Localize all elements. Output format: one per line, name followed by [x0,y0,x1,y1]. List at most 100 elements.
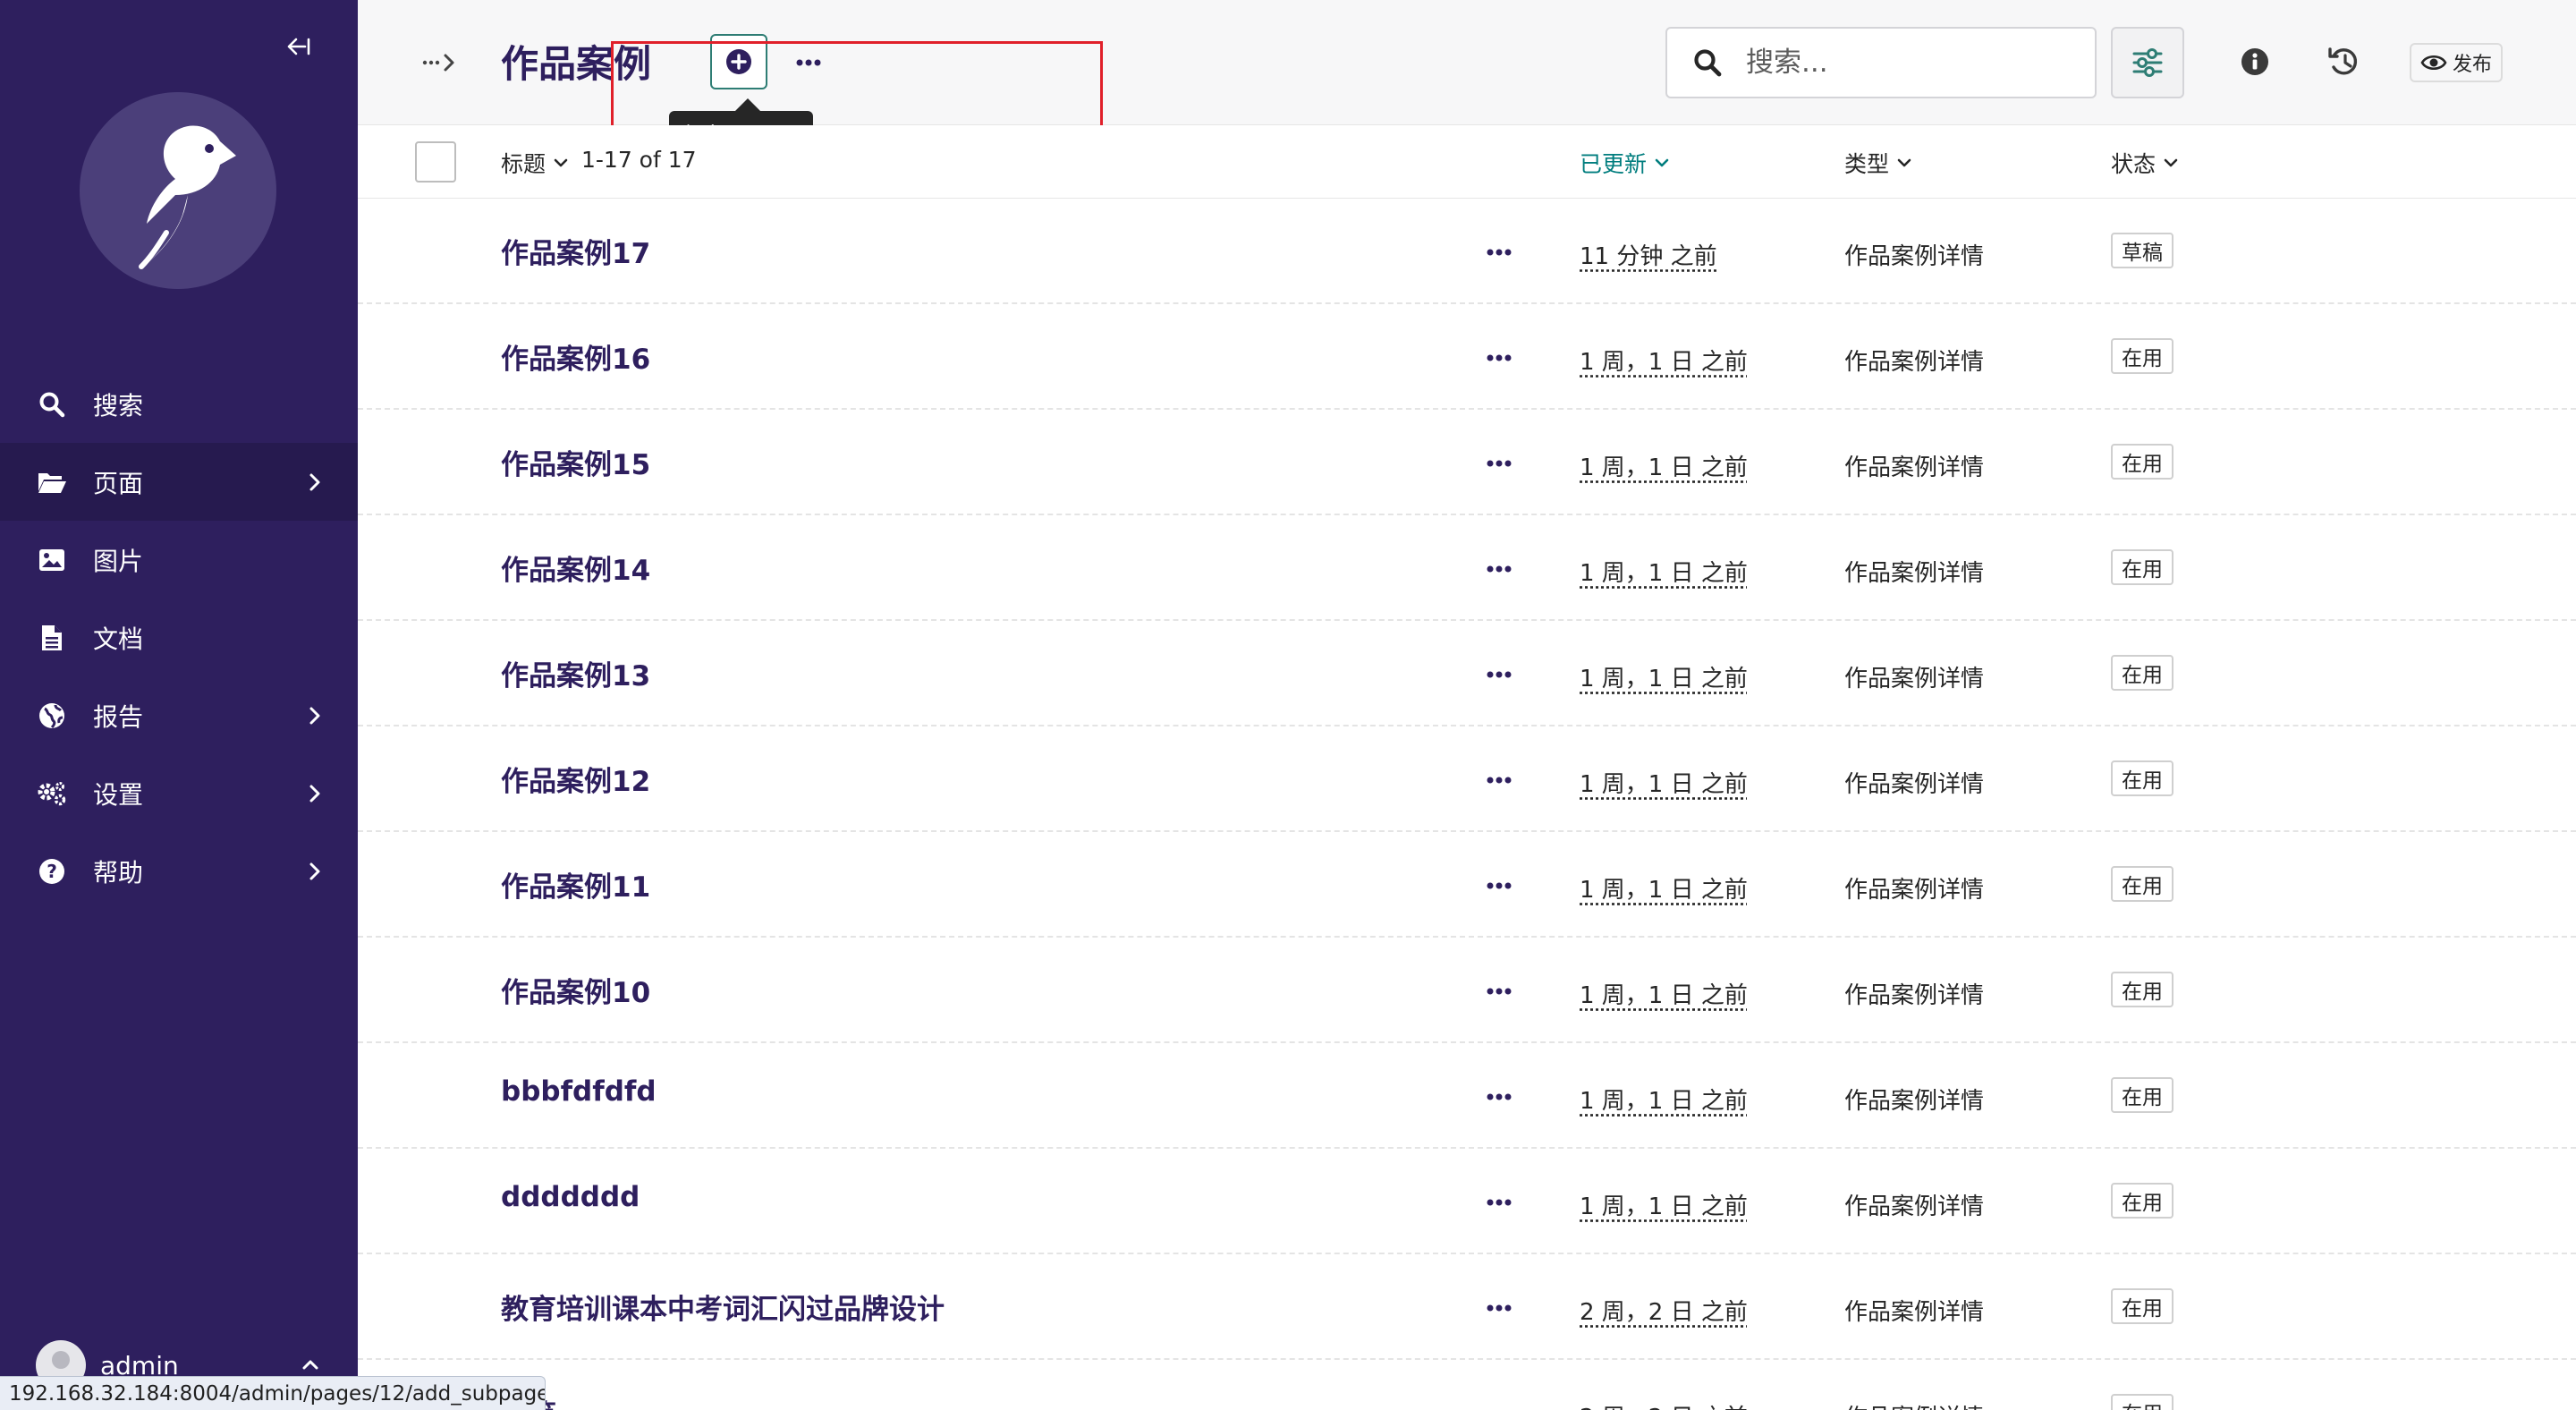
page-header: 作品案例 添加子页面 发布 [358,0,2576,157]
page-title-link[interactable]: 作品案例10 [501,970,650,1010]
main-nav: 搜索 页面 图片 文档 报告 设置 ? 帮助 [0,365,358,910]
row-type: 作品案例详情 [1844,982,1985,1009]
status-bar-url: 192.168.32.184:8004/admin/pages/12/add_s… [0,1376,546,1410]
table-row: 作品案例10 1 周，1 日 之前 作品案例详情 在用 [358,938,2576,1043]
chevron-right-icon [309,862,320,880]
sort-by-updated[interactable]: 已更新 [1580,147,1670,179]
status-badge: 在用 [2111,760,2174,796]
chevron-down-icon [554,158,568,167]
filter-button[interactable] [2111,27,2184,98]
table-row: ddddddd 1 周，1 日 之前 作品案例详情 在用 [358,1149,2576,1254]
sidebar-item-documents[interactable]: 文档 [0,599,358,676]
collapse-sidebar-icon[interactable] [281,29,317,64]
sidebar-item-label: 页面 [93,468,144,498]
chevron-down-icon [1897,158,1911,167]
status-badge: 在用 [2111,1077,2174,1113]
row-type: 作品案例详情 [1844,1299,1985,1326]
history-icon[interactable] [2326,43,2363,81]
sidebar-item-label: 图片 [93,546,144,576]
sidebar-item-settings[interactable]: 设置 [0,754,358,832]
row-more-actions-icon[interactable] [1479,762,1519,798]
preview-live-label: 发布 [2452,54,2492,76]
row-more-actions-icon[interactable] [1479,234,1519,270]
sort-by-status[interactable]: 状态 [2111,147,2179,179]
chevron-right-icon [309,473,320,491]
row-type: 作品案例详情 [1844,1399,1984,1410]
page-title-link[interactable]: 作品案例15 [501,442,650,482]
search-icon [1694,49,1722,77]
page-title: 作品案例 [501,42,652,86]
page-title-link[interactable]: bbbfdfdfd [501,1075,657,1108]
table-row: 作品案例16 1 周，1 日 之前 作品案例详情 在用 [358,304,2576,410]
add-child-page-button[interactable] [710,34,767,89]
breadcrumb-toggle-icon[interactable] [420,45,460,81]
row-updated: 11 分钟 之前 [1580,243,1717,270]
table-row: 作品案例12 1 周，1 日 之前 作品案例详情 在用 [358,726,2576,832]
status-badge: 在用 [2111,1394,2174,1410]
row-more-actions-icon[interactable] [1479,1079,1519,1115]
sidebar-item-search[interactable]: 搜索 [0,365,358,443]
page-title-link[interactable]: 作品案例17 [501,231,650,271]
sort-by-title[interactable]: 标题 [501,147,569,179]
row-type: 作品案例详情 [1844,349,1985,376]
status-badge: 在用 [2111,549,2174,585]
row-more-actions-icon[interactable] [1479,551,1519,587]
page-title-link[interactable]: 作品案例12 [501,759,650,799]
page-title-link[interactable]: 教育培训课本中考词汇闪过品牌设计 [501,1287,945,1327]
image-icon [36,544,68,576]
row-more-actions-icon[interactable] [1479,973,1519,1009]
row-updated: 1 周，1 日 之前 [1580,771,1748,798]
table-row: 作品案例17 11 分钟 之前 作品案例详情 草稿 [358,199,2576,304]
sidebar-item-help[interactable]: ? 帮助 [0,832,358,910]
app-root: 搜索 页面 图片 文档 报告 设置 ? 帮助 admin 作品案例 搜索... … [0,0,2576,1410]
row-updated: 1 周，1 日 之前 [1580,349,1748,376]
status-badge: 在用 [2111,1183,2174,1219]
page-title-link[interactable]: ddddddd [501,1181,640,1213]
row-more-actions-icon[interactable] [1479,446,1519,481]
row-more-actions-icon[interactable] [1479,340,1519,376]
folder-open-icon [36,466,68,498]
tooltip-arrow [735,98,760,111]
sidebar-item-label: 搜索 [93,390,144,420]
preview-live-button[interactable]: 发布 [2410,43,2503,82]
status-badge: 在用 [2111,866,2174,902]
chevron-right-icon [309,707,320,725]
page-title-link[interactable]: 作品案例13 [501,653,650,693]
row-updated: 1 周，1 日 之前 [1580,666,1748,692]
row-type: 作品案例详情 [1844,560,1985,587]
more-actions-icon[interactable] [789,45,828,81]
select-all-checkbox[interactable] [415,141,456,183]
sidebar-item-reports[interactable]: 报告 [0,676,358,754]
row-updated: 1 周，1 日 之前 [1580,1193,1748,1220]
row-more-actions-icon[interactable] [1479,657,1519,692]
status-badge: 草稿 [2111,233,2174,268]
page-title-link[interactable]: 作品案例16 [501,336,650,377]
svg-text:?: ? [47,861,57,882]
sidebar-item-images[interactable]: 图片 [0,521,358,599]
row-more-actions-icon[interactable] [1479,1185,1519,1220]
status-badge: 在用 [2111,972,2174,1007]
search-input[interactable] [1746,36,2068,89]
row-updated: 1 周，1 日 之前 [1580,982,1748,1009]
sidebar-item-label: 文档 [93,624,144,654]
sort-by-type[interactable]: 类型 [1844,147,1912,179]
row-more-actions-icon[interactable] [1479,1396,1519,1410]
row-updated: 1 周，1 日 之前 [1580,1088,1748,1115]
row-type: 作品案例详情 [1844,666,1985,692]
row-updated: 2 周，2 日 之前 [1580,1399,1748,1410]
status-badge: 在用 [2111,1288,2174,1324]
page-title-link[interactable]: 作品案例14 [501,548,650,588]
result-count: 1-17 of 17 [581,147,697,173]
column-title-label: 标题 [501,151,547,177]
table-row: bbbfdfdfd 1 周，1 日 之前 作品案例详情 在用 [358,1043,2576,1149]
page-title-link[interactable]: 作品案例11 [501,864,650,905]
chevron-up-icon [302,1360,318,1370]
search-field[interactable] [1665,27,2097,98]
row-more-actions-icon[interactable] [1479,868,1519,904]
row-more-actions-icon[interactable] [1479,1290,1519,1326]
row-type: 作品案例详情 [1844,1193,1985,1220]
listing-header: 标题 1-17 of 17 已更新 类型 状态 [358,125,2576,199]
info-icon[interactable] [2236,43,2274,81]
sidebar-item-pages[interactable]: 页面 [0,443,358,521]
wagtail-logo[interactable] [77,89,279,292]
